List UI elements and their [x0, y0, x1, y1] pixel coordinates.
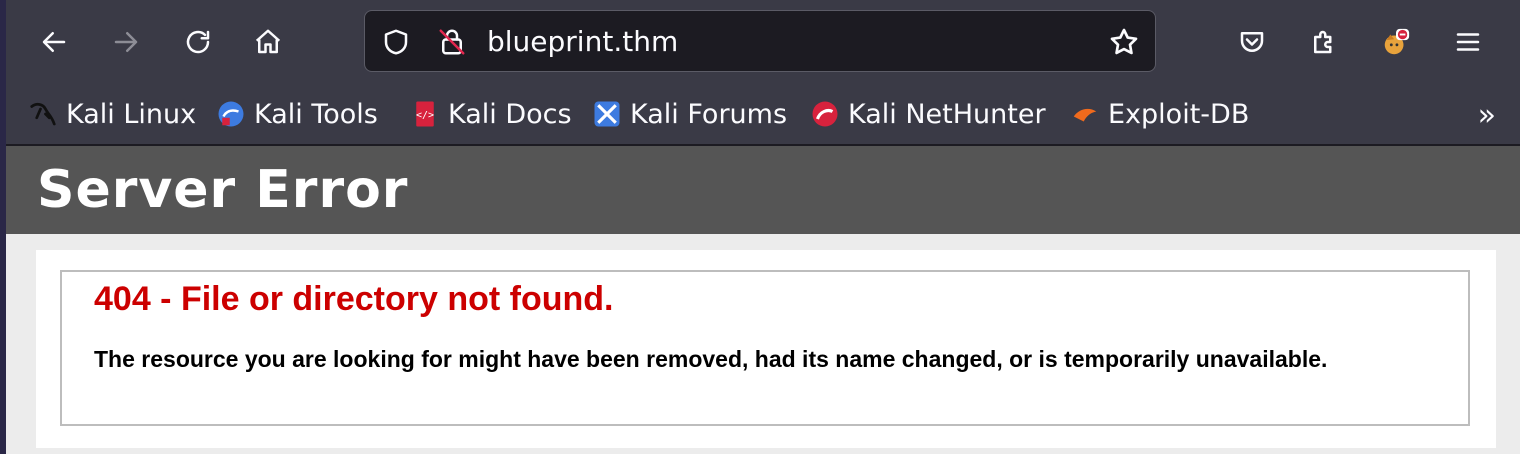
bookmark-star-icon[interactable] — [1107, 25, 1141, 59]
shield-icon[interactable] — [379, 25, 413, 59]
error-title: 404 - File or directory not found. — [94, 280, 614, 318]
bookmark-label: Kali NetHunter — [848, 98, 1046, 130]
kali-dragon-icon — [30, 102, 56, 126]
page-header: Server Error — [6, 146, 1520, 234]
foxyproxy-icon — [1384, 28, 1410, 55]
reload-button[interactable] — [176, 20, 220, 64]
forward-button[interactable] — [104, 20, 148, 64]
more-bookmarks-chevron-icon[interactable]: » — [1478, 98, 1496, 133]
kali-tools-icon — [218, 101, 244, 127]
bookmark-exploit-db[interactable]: Exploit-DB — [1070, 96, 1249, 132]
bookmark-kali-forums[interactable]: Kali Forums — [592, 96, 787, 132]
error-content: 404 - File or directory not found. The r… — [36, 250, 1496, 448]
puzzle-icon — [1314, 30, 1332, 54]
kali-nethunter-icon — [812, 101, 838, 127]
back-button[interactable] — [32, 20, 76, 64]
error-box: 404 - File or directory not found. The r… — [60, 270, 1470, 426]
reload-icon — [186, 30, 210, 54]
pocket-icon — [1240, 32, 1264, 52]
menu-button[interactable] — [1446, 20, 1490, 64]
bookmark-kali-docs[interactable]: </> Kali Docs — [410, 96, 572, 132]
back-arrow-icon — [42, 32, 66, 52]
bookmark-kali-nethunter[interactable]: Kali NetHunter — [810, 96, 1046, 132]
bookmark-label: Kali Tools — [254, 98, 378, 130]
bookmark-label: Kali Linux — [66, 98, 197, 130]
url-bar[interactable]: blueprint.thm — [364, 10, 1156, 72]
page-title: Server Error — [37, 160, 409, 220]
kali-docs-icon: </> — [416, 101, 434, 127]
hamburger-menu-icon — [1456, 33, 1480, 51]
url-text[interactable]: blueprint.thm — [487, 25, 678, 59]
kali-forums-icon — [594, 101, 620, 127]
foxyproxy-button[interactable] — [1374, 20, 1418, 64]
extensions-button[interactable] — [1302, 20, 1346, 64]
error-message: The resource you are looking for might h… — [94, 346, 1328, 372]
bookmarks-toolbar: Kali Linux Kali Tools </> Kali Docs Kali… — [6, 84, 1520, 144]
bookmark-kali-tools[interactable]: Kali Tools — [216, 96, 378, 132]
browser-toolbar: blueprint.thm — [6, 0, 1520, 84]
svg-text:</>: </> — [416, 110, 434, 121]
browser-window: blueprint.thm Kali Linux Kali Tools </> … — [6, 0, 1520, 454]
insecure-lock-icon[interactable] — [435, 25, 469, 59]
exploit-db-icon — [1073, 108, 1097, 122]
bookmark-label: Exploit-DB — [1108, 98, 1250, 130]
bookmark-kali-linux[interactable]: Kali Linux — [28, 96, 196, 132]
pocket-button[interactable] — [1230, 20, 1274, 64]
home-button[interactable] — [246, 20, 290, 64]
bookmark-label: Kali Docs — [448, 98, 572, 130]
bookmark-label: Kali Forums — [630, 98, 788, 130]
home-icon — [255, 29, 281, 54]
forward-arrow-icon — [114, 32, 138, 52]
